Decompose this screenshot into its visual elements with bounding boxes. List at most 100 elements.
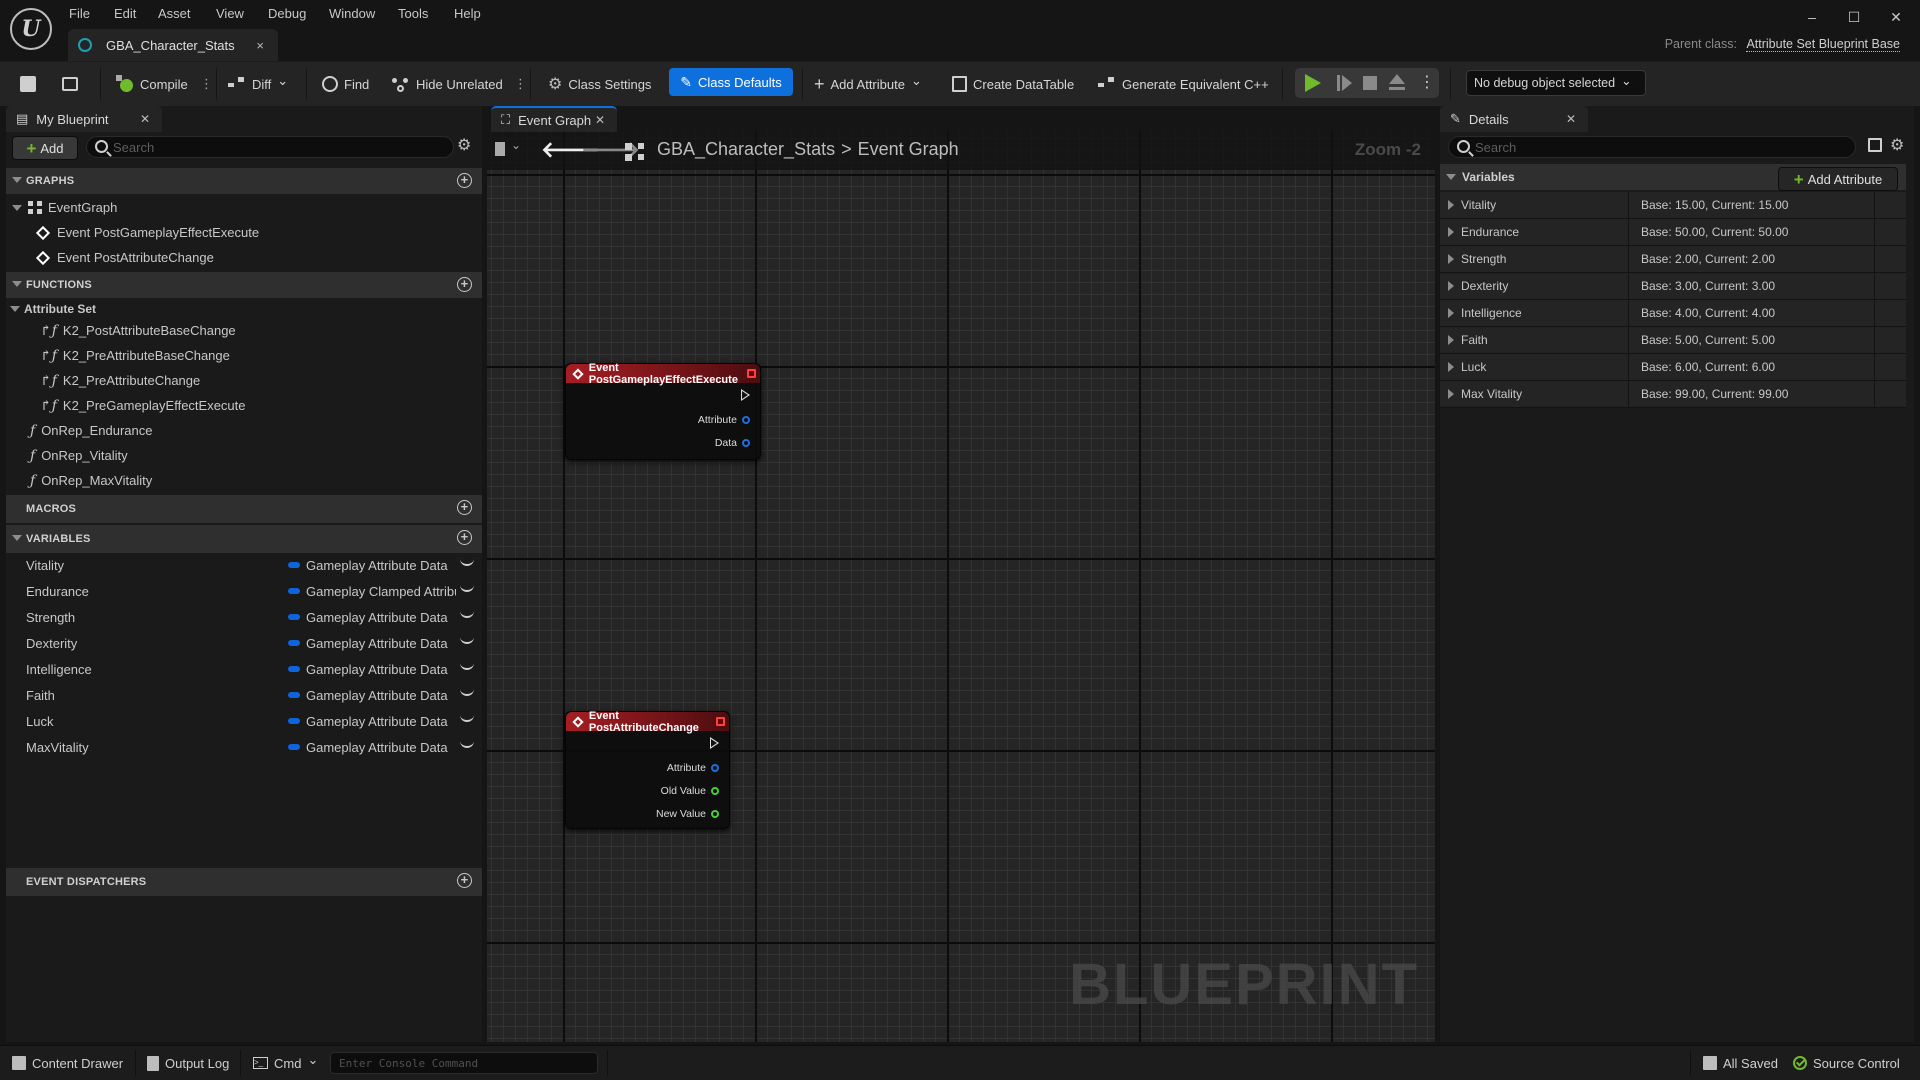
generate-cpp-button[interactable]: Generate Equivalent C++ xyxy=(1098,62,1269,106)
compile-options-button[interactable]: ⋮ xyxy=(200,62,213,106)
exec-output-pin[interactable] xyxy=(710,737,719,749)
diff-button[interactable]: Diff ⌄ xyxy=(228,62,288,106)
settings-gear-icon[interactable]: ⚙ xyxy=(1890,135,1904,155)
save-button[interactable] xyxy=(20,62,36,106)
add-event-dispatcher-icon[interactable]: + xyxy=(457,873,472,888)
document-tab[interactable]: GBA_Character_Stats × xyxy=(68,29,278,61)
details-row[interactable]: Endurance Base: 50.00, Current: 50.00 xyxy=(1440,219,1906,246)
content-drawer-button[interactable]: Content Drawer xyxy=(12,1046,123,1080)
compile-button[interactable]: Compile xyxy=(116,62,188,106)
struct-pin-icon[interactable] xyxy=(711,764,719,772)
float-pin-icon[interactable] xyxy=(711,810,719,818)
add-macro-icon[interactable]: + xyxy=(457,500,472,515)
eye-closed-icon[interactable] xyxy=(460,688,474,696)
property-matrix-icon[interactable] xyxy=(1868,138,1882,152)
stop-icon[interactable] xyxy=(1363,76,1377,90)
class-settings-button[interactable]: ⚙ Class Settings xyxy=(548,62,651,106)
close-tab-icon[interactable]: ✕ xyxy=(140,112,150,126)
class-defaults-button[interactable]: ✎ Class Defaults xyxy=(669,68,793,96)
browse-button[interactable] xyxy=(62,62,78,106)
my-blueprint-search-input[interactable]: Search xyxy=(86,136,454,158)
add-button[interactable]: + Add xyxy=(12,136,78,160)
event-graph-tab[interactable]: ⛶ Event Graph ✕ xyxy=(491,106,617,132)
menu-edit[interactable]: Edit xyxy=(114,6,136,21)
add-attribute-toolbar-button[interactable]: + Add Attribute ⌄ xyxy=(814,62,922,106)
variable-type[interactable]: Gameplay Attribute Data xyxy=(306,714,456,729)
bookmark-icon[interactable] xyxy=(495,142,505,156)
variable-row[interactable]: Strength Gameplay Attribute Data xyxy=(6,604,482,630)
variable-row[interactable]: Faith Gameplay Attribute Data xyxy=(6,682,482,708)
details-row[interactable]: Luck Base: 6.00, Current: 6.00 xyxy=(1440,354,1906,381)
tree-item-event[interactable]: Event PostAttributeChange xyxy=(35,245,214,270)
menu-window[interactable]: Window xyxy=(329,6,375,21)
find-button[interactable]: Find xyxy=(322,62,369,106)
details-row[interactable]: Intelligence Base: 4.00, Current: 4.00 xyxy=(1440,300,1906,327)
variable-type[interactable]: Gameplay Attribute Data xyxy=(306,636,456,651)
parent-class-link[interactable]: Attribute Set Blueprint Base xyxy=(1746,37,1900,52)
output-pin[interactable]: Attribute xyxy=(667,762,719,774)
chevron-down-icon[interactable]: ⌄ xyxy=(511,138,521,152)
eject-icon[interactable] xyxy=(1389,74,1405,84)
struct-pin-icon[interactable] xyxy=(742,416,750,424)
function-item[interactable]: ƒ OnRep_MaxVitality xyxy=(30,468,152,493)
details-row[interactable]: Strength Base: 2.00, Current: 2.00 xyxy=(1440,246,1906,273)
graph-canvas[interactable] xyxy=(487,132,1435,1042)
settings-gear-icon[interactable]: ⚙ xyxy=(457,135,471,155)
menu-file[interactable]: File xyxy=(69,6,90,21)
details-row[interactable]: Vitality Base: 15.00, Current: 15.00 xyxy=(1440,192,1906,219)
function-item[interactable]: ƒ OnRep_Endurance xyxy=(30,418,153,443)
variable-type[interactable]: Gameplay Attribute Data xyxy=(306,662,456,677)
float-pin-icon[interactable] xyxy=(711,787,719,795)
expand-arrow-icon[interactable] xyxy=(1448,362,1454,372)
struct-pin-icon[interactable] xyxy=(742,439,750,447)
variable-type[interactable]: Gameplay Attribute Data xyxy=(306,688,456,703)
console-command-input[interactable]: Enter Console Command xyxy=(330,1052,598,1074)
menu-help[interactable]: Help xyxy=(454,6,481,21)
variable-type[interactable]: Gameplay Clamped Attribute Data xyxy=(306,584,456,599)
play-icon[interactable] xyxy=(1305,74,1321,92)
maximize-button[interactable]: ☐ xyxy=(1839,9,1869,26)
hide-unrelated-options-button[interactable]: ⋮ xyxy=(514,62,527,106)
details-tab[interactable]: ✎ Details ✕ xyxy=(1440,106,1588,132)
section-graphs[interactable]: GRAPHS + xyxy=(6,168,482,194)
debug-object-dropdown[interactable]: No debug object selected ⌄ xyxy=(1466,70,1646,96)
variable-row[interactable]: Intelligence Gameplay Attribute Data xyxy=(6,656,482,682)
create-datatable-button[interactable]: Create DataTable xyxy=(952,62,1074,106)
eye-closed-icon[interactable] xyxy=(460,584,474,592)
variable-type[interactable]: Gameplay Attribute Data xyxy=(306,740,456,755)
eye-closed-icon[interactable] xyxy=(460,558,474,566)
variable-row[interactable]: Endurance Gameplay Clamped Attribute Dat… xyxy=(6,578,482,604)
expand-arrow-icon[interactable] xyxy=(1448,227,1454,237)
expand-arrow-icon[interactable] xyxy=(1448,254,1454,264)
node-header[interactable]: Event PostAttributeChange xyxy=(566,710,729,734)
expand-arrow-icon[interactable] xyxy=(1448,281,1454,291)
expand-arrow-icon[interactable] xyxy=(1448,308,1454,318)
node-header[interactable]: Event PostGameplayEffectExecute xyxy=(566,362,760,386)
section-variables[interactable]: VARIABLES + xyxy=(6,525,482,553)
output-pin[interactable]: Old Value xyxy=(661,785,719,797)
add-function-icon[interactable]: + xyxy=(457,277,472,292)
menu-view[interactable]: View xyxy=(216,6,244,21)
cmd-dropdown[interactable]: >_ Cmd ⌄ xyxy=(253,1046,318,1080)
close-tab-icon[interactable]: × xyxy=(256,38,264,53)
breadcrumb-blueprint[interactable]: GBA_Character_Stats xyxy=(657,139,835,160)
source-control-button[interactable]: Source Control xyxy=(1793,1046,1900,1080)
function-override-item[interactable]: ↱ƒ K2_PreAttributeChange xyxy=(40,368,200,393)
variable-type[interactable]: Gameplay Attribute Data xyxy=(306,610,456,625)
eye-closed-icon[interactable] xyxy=(460,610,474,618)
menu-tools[interactable]: Tools xyxy=(398,6,428,21)
function-item[interactable]: ƒ OnRep_Vitality xyxy=(30,443,128,468)
eye-closed-icon[interactable] xyxy=(460,740,474,748)
variable-row[interactable]: MaxVitality Gameplay Attribute Data xyxy=(6,734,482,760)
eye-closed-icon[interactable] xyxy=(460,714,474,722)
output-log-button[interactable]: Output Log xyxy=(147,1046,229,1080)
variable-type[interactable]: Gameplay Attribute Data xyxy=(306,558,456,573)
expand-arrow-icon[interactable] xyxy=(1448,200,1454,210)
my-blueprint-tab[interactable]: ▤ My Blueprint ✕ xyxy=(6,106,162,132)
function-override-item[interactable]: ↱ƒ K2_PostAttributeBaseChange xyxy=(40,318,236,343)
event-node-post-gameplay-effect-execute[interactable]: Event PostGameplayEffectExecute Attribut… xyxy=(565,362,761,460)
details-row[interactable]: Faith Base: 5.00, Current: 5.00 xyxy=(1440,327,1906,354)
expand-arrow-icon[interactable] xyxy=(1448,389,1454,399)
section-event-dispatchers[interactable]: EVENT DISPATCHERS + xyxy=(6,868,482,896)
details-row[interactable]: Max Vitality Base: 99.00, Current: 99.00 xyxy=(1440,381,1906,408)
